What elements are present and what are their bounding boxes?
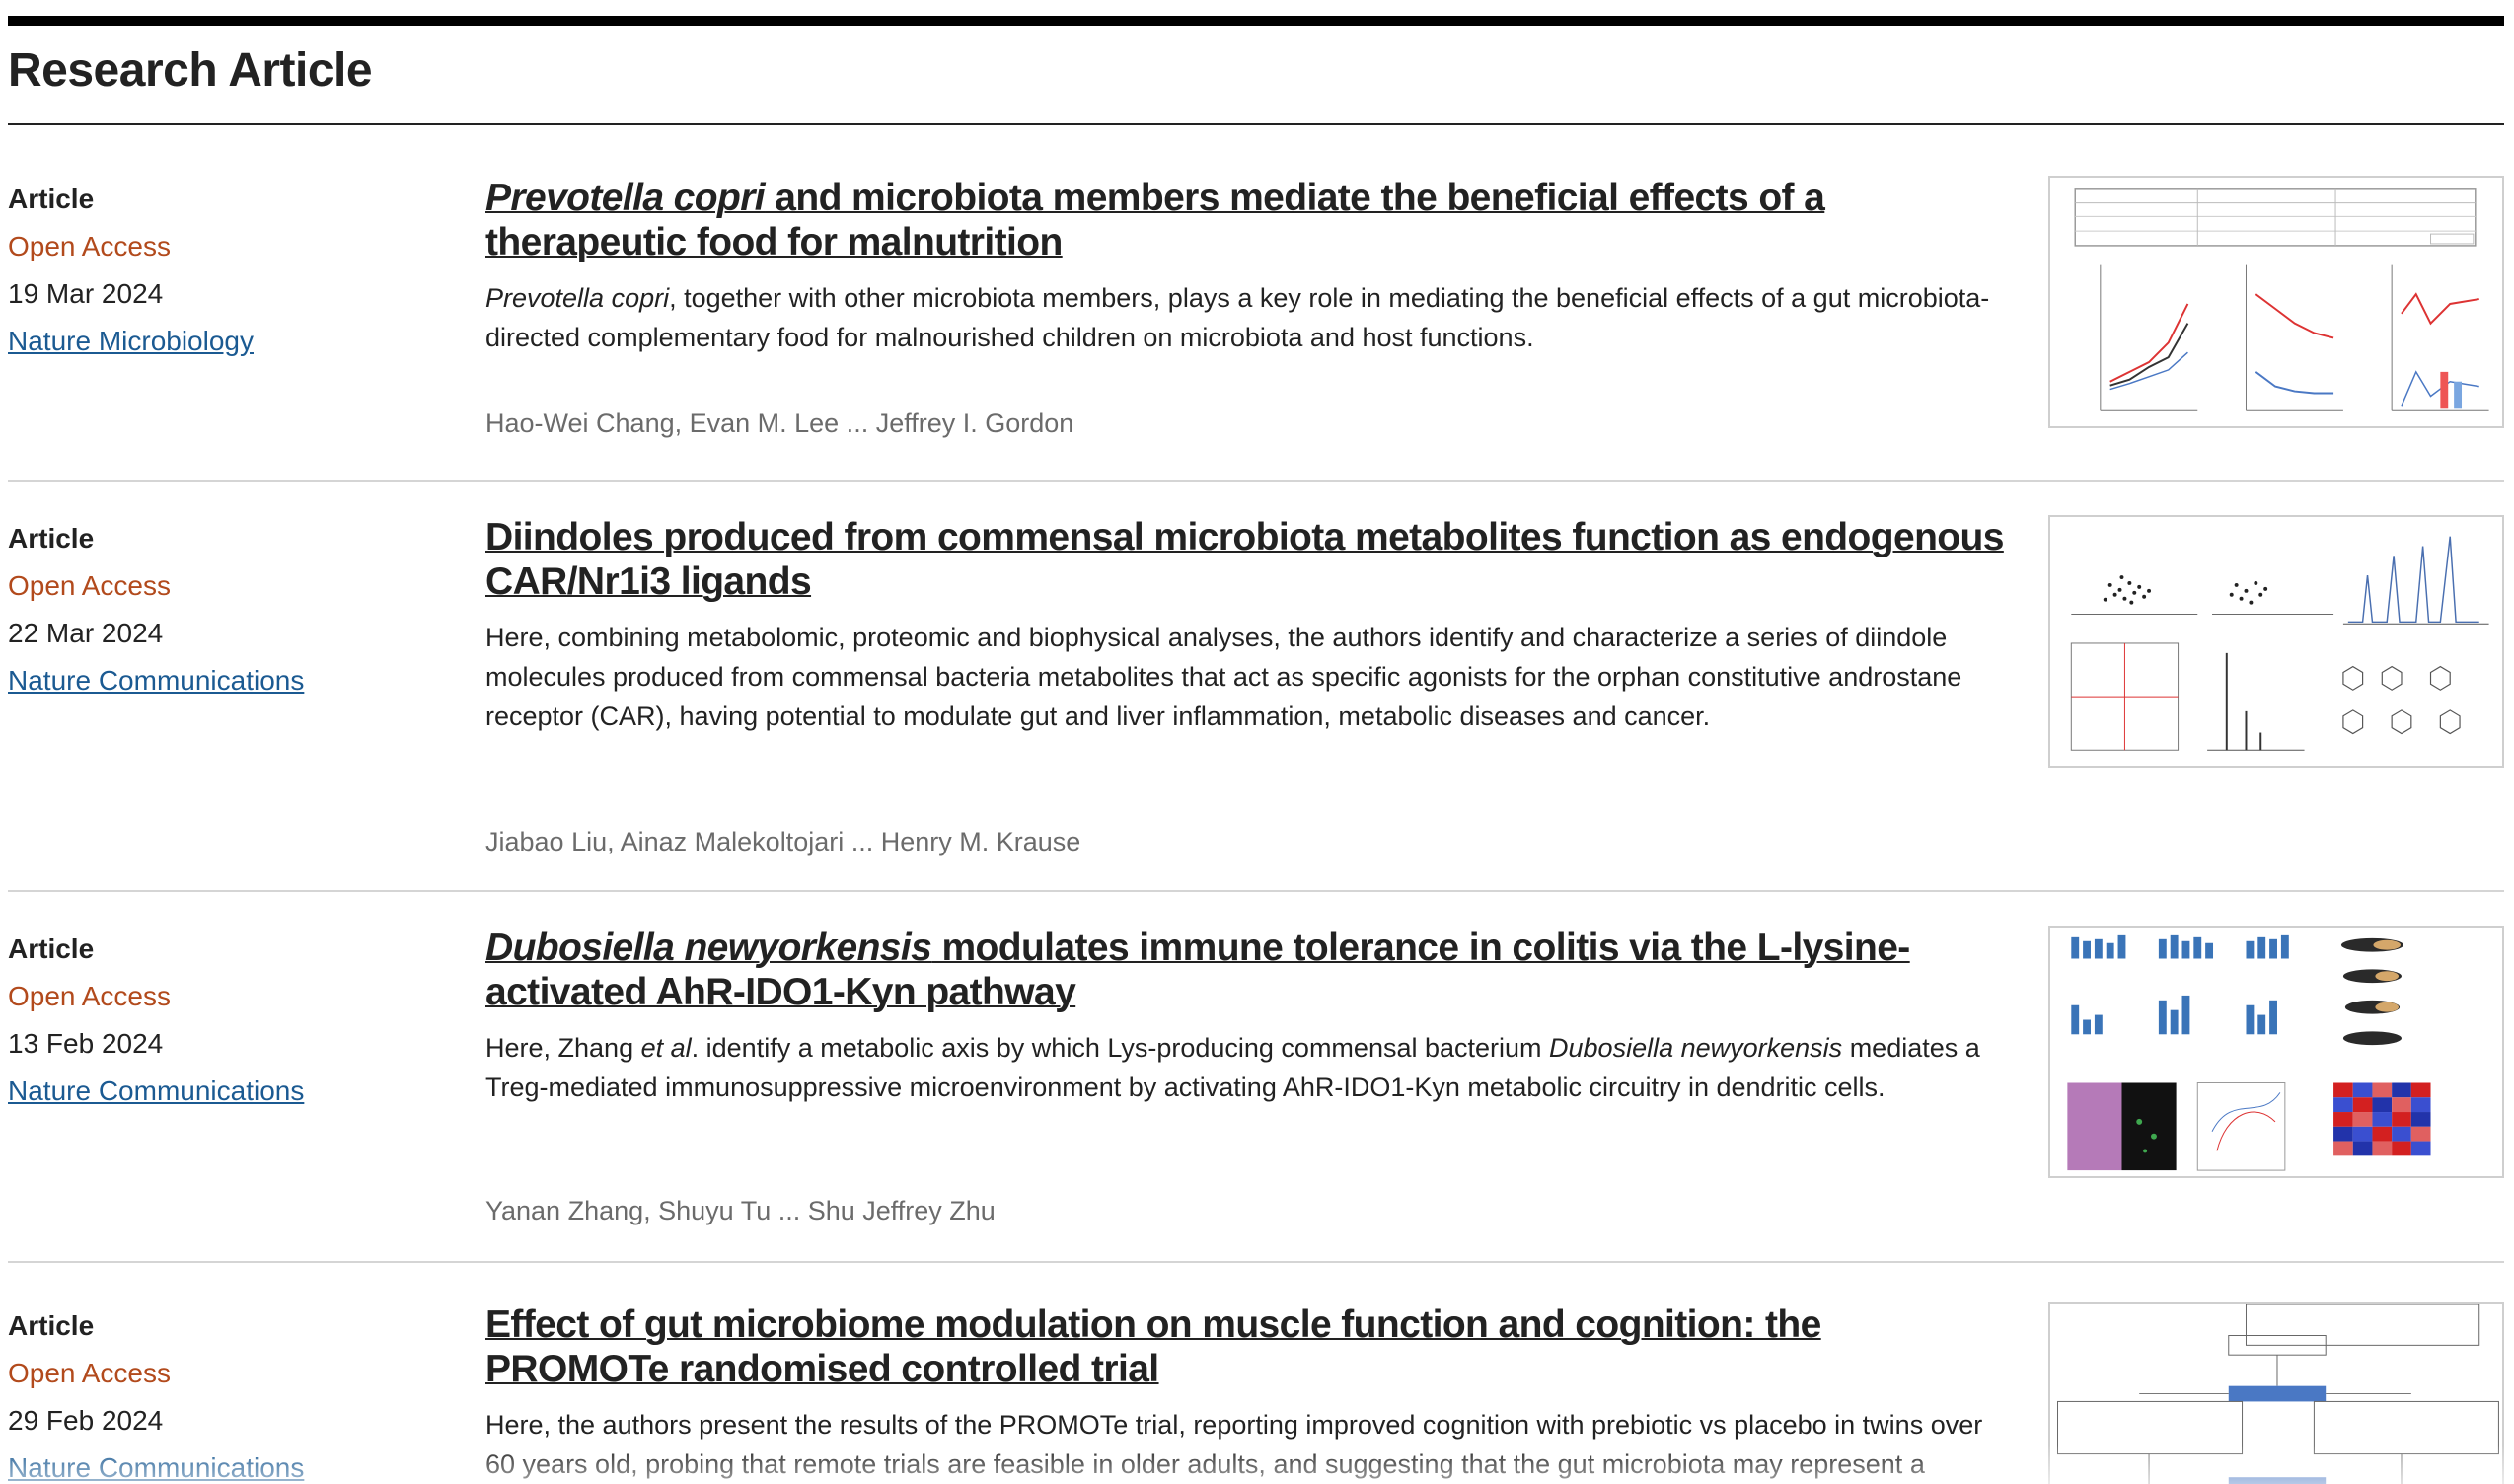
journal-link[interactable]: Nature Microbiology xyxy=(8,318,442,365)
journal-link[interactable]: Nature Communications xyxy=(8,1068,442,1115)
article-meta: Article Open Access 19 Mar 2024 Nature M… xyxy=(8,176,442,365)
figure-thumbnail-line-plots-icon xyxy=(2074,188,2489,411)
article-title-link[interactable]: Effect of gut microbiome modulation on m… xyxy=(485,1302,2005,1391)
title-species: Prevotella copri xyxy=(485,177,766,219)
open-access-label: Open Access xyxy=(8,570,171,601)
journal-link[interactable]: Nature Communications xyxy=(8,1445,442,1484)
article-title-link[interactable]: Prevotella copri and microbiota members … xyxy=(485,176,2005,264)
article-title-link[interactable]: Diindoles produced from commensal microb… xyxy=(485,515,2005,604)
open-access-label: Open Access xyxy=(8,981,171,1011)
article-meta: Article Open Access 13 Feb 2024 Nature C… xyxy=(8,926,442,1115)
article-card: Article Open Access 22 Mar 2024 Nature C… xyxy=(8,515,2504,892)
article-content: Dubosiella newyorkensis modulates immune… xyxy=(485,926,2005,1225)
article-meta: Article Open Access 29 Feb 2024 Nature C… xyxy=(8,1302,442,1484)
figure-thumbnail[interactable] xyxy=(2048,926,2504,1178)
summary-text: , together with other microbiota members… xyxy=(485,283,1990,352)
article-meta: Article Open Access 22 Mar 2024 Nature C… xyxy=(8,515,442,705)
open-access-label: Open Access xyxy=(8,1358,171,1388)
article-title-link[interactable]: Dubosiella newyorkensis modulates immune… xyxy=(485,926,2005,1014)
figure-thumbnail-scatter-spectra-icon xyxy=(2070,536,2489,751)
figure-thumbnail[interactable] xyxy=(2048,176,2504,428)
article-authors: Yanan Zhang, Shuyu Tu ... Shu Jeffrey Zh… xyxy=(485,1196,996,1225)
figure-thumbnail-consort-flowchart-icon xyxy=(2057,1304,2499,1484)
figure-thumbnail-bars-heatmap-icon xyxy=(2067,934,2431,1171)
journal-link[interactable]: Nature Communications xyxy=(8,657,442,705)
publication-date: 13 Feb 2024 xyxy=(8,1028,164,1059)
figure-thumbnail[interactable] xyxy=(2048,515,2504,768)
article-summary: Here, the authors present the results of… xyxy=(485,1410,1983,1479)
summary-etal: et al xyxy=(640,1033,692,1063)
article-card: Article Open Access 29 Feb 2024 Nature C… xyxy=(8,1302,2504,1484)
section-divider xyxy=(8,123,2504,125)
title-species: Dubosiella newyorkensis xyxy=(485,927,932,969)
research-article-listing: Research Article Article Open Access 19 … xyxy=(0,0,2514,1484)
section-title: Research Article xyxy=(8,44,373,97)
top-border xyxy=(8,16,2504,26)
article-card: Article Open Access 19 Mar 2024 Nature M… xyxy=(8,176,2504,482)
figure-thumbnail[interactable] xyxy=(2048,1302,2504,1484)
summary-text: . identify a metabolic axis by which Lys… xyxy=(691,1033,1550,1063)
summary-text: Here, Zhang xyxy=(485,1033,641,1063)
article-authors: Jiabao Liu, Ainaz Malekoltojari ... Henr… xyxy=(485,827,1081,856)
article-authors: Hao-Wei Chang, Evan M. Lee ... Jeffrey I… xyxy=(485,408,1074,438)
article-card: Article Open Access 13 Feb 2024 Nature C… xyxy=(8,926,2504,1263)
publication-date: 19 Mar 2024 xyxy=(8,278,164,309)
publication-date: 29 Feb 2024 xyxy=(8,1405,164,1436)
article-summary: Prevotella copri, together with other mi… xyxy=(485,278,2005,357)
article-content: Diindoles produced from commensal microb… xyxy=(485,515,2005,856)
article-type: Article xyxy=(8,523,95,554)
article-content: Prevotella copri and microbiota members … xyxy=(485,176,2005,438)
article-type: Article xyxy=(8,184,95,214)
article-summary: Here, Zhang et al. identify a metabolic … xyxy=(485,1028,2005,1107)
article-summary: Here, combining metabolomic, proteomic a… xyxy=(485,623,1962,731)
article-type: Article xyxy=(8,1310,95,1341)
summary-species: Dubosiella newyorkensis xyxy=(1549,1033,1843,1063)
article-content: Effect of gut microbiome modulation on m… xyxy=(485,1302,2005,1484)
open-access-label: Open Access xyxy=(8,231,171,261)
summary-species: Prevotella copri xyxy=(485,283,670,313)
article-type: Article xyxy=(8,933,95,964)
publication-date: 22 Mar 2024 xyxy=(8,618,164,648)
